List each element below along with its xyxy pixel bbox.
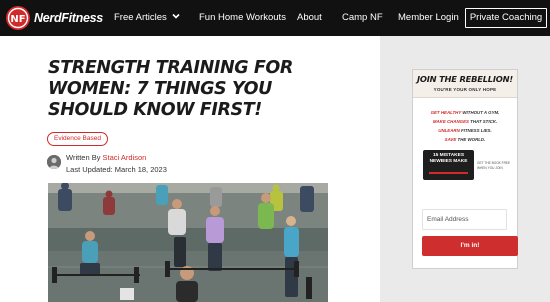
evidence-based-badge[interactable]: Evidence Based	[47, 132, 108, 146]
gym-class-photo	[48, 183, 328, 302]
article-main: STRENGTH TRAINING FOR WOMEN: 7 THINGS YO…	[0, 36, 380, 302]
email-field[interactable]: Email Address	[422, 209, 507, 230]
article-title: STRENGTH TRAINING FOR WOMEN: 7 THINGS YO…	[48, 58, 293, 120]
promo-benefit-4-text: THE WORLD.	[456, 137, 486, 142]
newsletter-promo: JOIN THE REBELLION! YOU'RE YOUR ONLY HOP…	[412, 69, 518, 269]
nav-about[interactable]: About	[297, 11, 322, 25]
byline: Written By Staci Ardison	[66, 153, 146, 163]
promo-benefit-3-highlight: UNLEARN	[438, 128, 460, 133]
book-title-line-2: NEWBIES MAKE	[429, 159, 468, 164]
promo-title: JOIN THE REBELLION!	[417, 74, 513, 84]
email-placeholder: Email Address	[427, 216, 469, 223]
top-navbar: NF NerdFitness Free Articles Fun Home Wo…	[0, 0, 550, 36]
nerdfitness-logo-icon: NF	[6, 6, 30, 30]
promo-benefit-4-highlight: SAVE	[444, 137, 457, 142]
hero-image	[48, 183, 328, 302]
promo-benefit-2: MAKE CHANGES THAT STICK.	[413, 119, 517, 125]
author-avatar	[47, 155, 61, 169]
nav-member-login[interactable]: Member Login	[398, 11, 459, 25]
nav-fun-home-workouts[interactable]: Fun Home Workouts	[199, 11, 286, 25]
book-title: 15 MISTAKES NEWBIES MAKE	[425, 153, 472, 165]
site-logo[interactable]: NF NerdFitness	[5, 5, 103, 31]
logo-text: NerdFitness	[34, 11, 103, 25]
free-book-cover: 15 MISTAKES NEWBIES MAKE	[423, 150, 474, 180]
promo-benefit-1-text: WITHOUT A GYM.	[461, 110, 500, 115]
private-coaching-button[interactable]: Private Coaching	[465, 8, 547, 28]
nav-camp-nf[interactable]: Camp NF	[342, 11, 383, 25]
promo-benefit-2-text: THAT STICK.	[468, 119, 498, 124]
svg-text:NF: NF	[10, 14, 25, 25]
author-link[interactable]: Staci Ardison	[103, 153, 147, 162]
written-by-label: Written By	[66, 153, 101, 162]
author-photo-icon	[47, 155, 61, 169]
sidebar: JOIN THE REBELLION! YOU'RE YOUR ONLY HOP…	[380, 36, 550, 302]
promo-benefit-1-highlight: GET HEALTHY	[430, 110, 462, 115]
book-accent-bar	[429, 172, 468, 174]
nav-free-articles-label: Free Articles	[114, 12, 167, 23]
chevron-down-icon	[172, 13, 180, 19]
promo-benefit-1: GET HEALTHY WITHOUT A GYM.	[413, 110, 517, 116]
promo-header: JOIN THE REBELLION! YOU'RE YOUR ONLY HOP…	[413, 70, 517, 98]
join-submit-button[interactable]: I'm in!	[422, 236, 518, 256]
promo-benefit-2-highlight: MAKE CHANGES	[432, 119, 469, 124]
book-note: GET THE BOOK FREE WHEN YOU JOIN	[477, 161, 511, 170]
promo-benefit-3: UNLEARN FITNESS LIES.	[413, 128, 517, 134]
promo-benefit-3-text: FITNESS LIES.	[459, 128, 492, 133]
promo-benefit-4: SAVE THE WORLD.	[413, 137, 517, 143]
nav-free-articles[interactable]: Free Articles	[114, 11, 181, 25]
last-updated: Last Updated: March 18, 2023	[66, 165, 167, 174]
promo-subtitle: YOU'RE YOUR ONLY HOPE	[433, 87, 497, 92]
